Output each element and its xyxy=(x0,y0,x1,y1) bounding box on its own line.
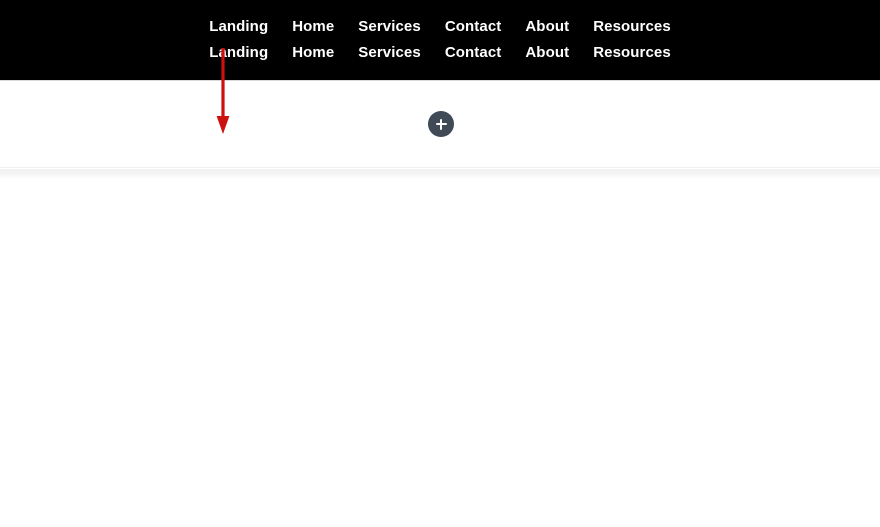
nav-link-resources[interactable]: Resources xyxy=(581,14,683,40)
nav-link-contact[interactable]: Contact xyxy=(433,14,514,40)
nav-link-contact-duplicate[interactable]: Contact xyxy=(433,40,514,66)
page-body xyxy=(0,169,880,527)
nav-link-about[interactable]: About xyxy=(513,14,581,40)
nav-link-resources-duplicate[interactable]: Resources xyxy=(581,40,683,66)
nav-link-about-duplicate[interactable]: About xyxy=(513,40,581,66)
nav-link-landing[interactable]: Landing xyxy=(197,14,280,40)
add-section-button[interactable] xyxy=(428,111,454,137)
nav-link-home-duplicate[interactable]: Home xyxy=(280,40,346,66)
nav-row-primary: Landing Home Services Contact About Reso… xyxy=(197,14,683,40)
nav-link-home[interactable]: Home xyxy=(280,14,346,40)
nav-link-landing-duplicate[interactable]: Landing xyxy=(197,40,280,66)
plus-icon xyxy=(435,118,447,130)
main-navigation-bar: Landing Home Services Contact About Reso… xyxy=(0,0,880,81)
nav-link-services-duplicate[interactable]: Services xyxy=(346,40,433,66)
nav-row-secondary: Landing Home Services Contact About Reso… xyxy=(197,40,683,66)
nav-link-services[interactable]: Services xyxy=(346,14,433,40)
section-divider xyxy=(0,169,880,179)
